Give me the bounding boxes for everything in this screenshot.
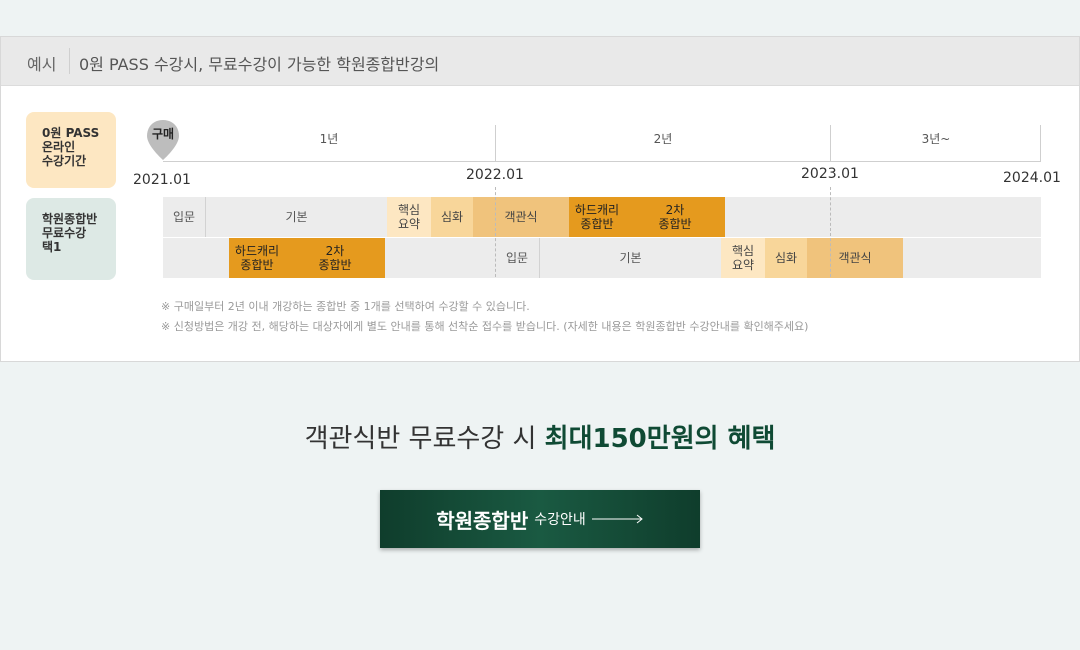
- date-2024: 2024.01: [1003, 170, 1061, 186]
- badge-line: 0원 PASS: [42, 126, 100, 140]
- course-label: 입문: [172, 210, 196, 224]
- date-start: 2021.01: [133, 172, 191, 188]
- benefit-heading: 객관식반 무료수강 시 최대150만원의 혜택: [0, 418, 1080, 455]
- course-label: 핵심: [731, 244, 755, 258]
- course-label: 종합반: [240, 258, 274, 272]
- free-course-badge: 학원종합반 무료수강 택1: [26, 198, 116, 280]
- course-cell: 심화: [431, 197, 473, 237]
- course-label: 종합반: [580, 217, 614, 231]
- cta-light-label: 수강안내: [534, 512, 586, 528]
- period-year-3: 3년~: [921, 132, 951, 146]
- date-2023: 2023.01: [801, 166, 859, 182]
- course-label: 2차: [325, 244, 345, 258]
- course-cell: 하드캐리 종합반: [569, 197, 625, 237]
- badge-line: 학원종합반: [42, 212, 98, 226]
- date-2022: 2022.01: [466, 167, 524, 183]
- course-label: 요약: [731, 258, 755, 272]
- timeline-track-1: 입문 기본 핵심 요약 심화 객관식 하드캐리 종합반 2차 종합반: [163, 197, 1041, 237]
- year-divider: [1040, 125, 1041, 161]
- course-label: 하드캐리: [574, 203, 620, 217]
- course-label: 종합반: [318, 258, 352, 272]
- course-guide-button[interactable]: 학원종합반 수강안내: [380, 490, 700, 548]
- course-label: 요약: [397, 217, 421, 231]
- cta-strong-label: 학원종합반: [436, 508, 529, 533]
- course-cell: 심화: [765, 238, 807, 278]
- period-year-2: 2년: [653, 132, 673, 146]
- course-cell: 입문: [163, 197, 205, 237]
- notes: ※ 구매일부터 2년 이내 개강하는 종합반 중 1개를 선택하여 수강할 수 …: [161, 297, 808, 337]
- course-label: 하드캐리: [234, 244, 280, 258]
- benefit-highlight: 최대150만원의 혜택: [544, 424, 776, 454]
- course-label: 객관식: [504, 210, 538, 224]
- course-cell: 핵심 요약: [387, 197, 431, 237]
- empty-cell: [725, 197, 1041, 237]
- course-cell: 기본: [205, 197, 387, 237]
- empty-cell: [163, 238, 229, 278]
- course-cell: 입문: [495, 238, 539, 278]
- header-divider: [69, 48, 70, 74]
- benefit-prefix: 객관식반 무료수강 시: [304, 424, 545, 454]
- course-label: 기본: [285, 210, 308, 224]
- example-tag: 예시: [27, 55, 57, 74]
- course-cell: 2차 종합반: [625, 197, 725, 237]
- course-label: 핵심: [397, 203, 421, 217]
- course-cell: 객관식: [807, 238, 903, 278]
- course-cell: 하드캐리 종합반: [229, 238, 285, 278]
- timeline-track-2: 하드캐리 종합반 2차 종합반 입문 기본 핵심 요약 심화 객관식: [163, 238, 1041, 278]
- course-cell: 기본: [539, 238, 721, 278]
- example-panel: 예시 0원 PASS 수강시, 무료수강이 가능한 학원종합반강의 0원 PAS…: [0, 36, 1080, 362]
- course-label: 심화: [440, 210, 464, 224]
- empty-cell: [903, 238, 1041, 278]
- badge-line: 무료수강: [42, 226, 87, 240]
- course-label: 기본: [619, 251, 642, 265]
- panel-header: 예시 0원 PASS 수강시, 무료수강이 가능한 학원종합반강의: [1, 37, 1079, 86]
- course-cell: 핵심 요약: [721, 238, 765, 278]
- course-label: 심화: [774, 251, 798, 265]
- panel-title: 0원 PASS 수강시, 무료수강이 가능한 학원종합반강의: [79, 55, 440, 74]
- note-line: ※ 구매일부터 2년 이내 개강하는 종합반 중 1개를 선택하여 수강할 수 …: [161, 300, 530, 313]
- year-dashed-line: [495, 187, 496, 277]
- timeline-axis: [163, 161, 1041, 162]
- course-cell: 2차 종합반: [285, 238, 385, 278]
- course-cell: 객관식: [473, 197, 569, 237]
- purchase-label: 구매: [151, 127, 175, 141]
- course-label: 종합반: [658, 217, 692, 231]
- arrow-right-icon: [591, 514, 643, 524]
- badge-line: 온라인: [42, 140, 76, 154]
- empty-cell: [385, 238, 495, 278]
- note-line: ※ 신청방법은 개강 전, 해당하는 대상자에게 별도 안내를 통해 선착순 접…: [161, 320, 809, 333]
- course-label: 입문: [505, 251, 529, 265]
- badge-line: 수강기간: [42, 154, 87, 168]
- course-label: 객관식: [838, 251, 872, 265]
- year-dashed-line: [830, 187, 831, 277]
- badge-line: 택1: [42, 240, 62, 254]
- online-period-badge: 0원 PASS 온라인 수강기간: [26, 112, 116, 188]
- course-label: 2차: [665, 203, 685, 217]
- period-year-1: 1년: [319, 132, 339, 146]
